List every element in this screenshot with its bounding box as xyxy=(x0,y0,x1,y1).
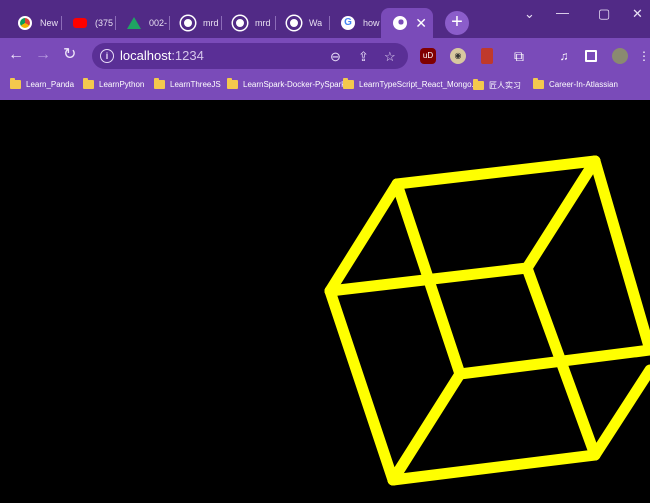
folder-icon xyxy=(343,78,354,89)
info-icon[interactable]: i xyxy=(100,49,114,63)
chrome-icon xyxy=(18,16,32,30)
webgl-canvas[interactable] xyxy=(0,100,650,498)
cube-edge xyxy=(589,364,650,461)
side-panel-icon[interactable] xyxy=(585,50,597,62)
bookmark-folder[interactable]: LearnSpark-Docker-PySpark xyxy=(227,78,346,89)
tab[interactable]: mrd xyxy=(221,8,275,38)
tab-active[interactable]: ✕ xyxy=(381,8,433,38)
menu-icon[interactable]: ⋮ xyxy=(636,48,650,64)
cube-edge xyxy=(324,285,399,486)
owl-extension-icon[interactable]: ◉ xyxy=(450,48,466,64)
google-drive-icon xyxy=(127,17,141,29)
tab-title: how xyxy=(363,18,380,28)
cube-edge xyxy=(521,155,601,274)
bookmark-label: LearnPython xyxy=(99,80,145,89)
cube-edge xyxy=(324,178,403,297)
cube-edge xyxy=(387,368,466,486)
youtube-icon xyxy=(73,18,87,28)
maximize-icon[interactable]: ▢ xyxy=(598,6,610,22)
github-icon xyxy=(233,16,247,30)
address-bar[interactable]: i localhost:1234 ⊖ ⇪ ☆ xyxy=(92,43,408,69)
folder-icon xyxy=(83,78,94,89)
chevron-down-icon[interactable]: ⌄ xyxy=(524,6,535,22)
github-icon xyxy=(181,16,195,30)
tab-title: mrd xyxy=(203,18,219,28)
tab-title: (375 xyxy=(95,18,114,28)
cube-edge xyxy=(589,155,650,356)
bookmarks-bar: Learn_Panda LearnPython LearnThreeJS Lea… xyxy=(0,74,650,100)
ublock-icon[interactable]: uD xyxy=(420,48,436,64)
folder-icon xyxy=(10,78,21,89)
media-icon[interactable]: ♫ xyxy=(556,48,572,64)
globe-icon xyxy=(393,16,407,30)
bookmark-extension-icon[interactable] xyxy=(481,48,493,64)
folder-icon xyxy=(473,79,484,90)
new-tab-button[interactable]: + xyxy=(445,11,469,35)
bookmark-label: LearnTypeScript_React_Mongo... xyxy=(359,80,479,89)
bookmark-label: LearnThreeJS xyxy=(170,80,221,89)
github-icon xyxy=(287,16,301,30)
url-port: :1234 xyxy=(171,48,204,63)
bookmark-label: Career-In-Atlassian xyxy=(549,80,618,89)
zoom-icon[interactable]: ⊖ xyxy=(330,49,341,65)
tab[interactable]: (375 xyxy=(61,8,115,38)
forward-icon[interactable]: → xyxy=(35,46,51,64)
tab[interactable]: mrd xyxy=(169,8,221,38)
minimize-icon[interactable]: — xyxy=(556,5,569,20)
bookmark-folder[interactable]: LearnThreeJS xyxy=(154,78,221,89)
tab-title: mrd xyxy=(255,18,271,28)
bookmark-folder[interactable]: Learn_Panda xyxy=(10,78,75,89)
tab-strip: New (375 002- mrd mrd Wa G how ✕ + ⌄ — ▢… xyxy=(0,0,650,38)
cube-wireframe xyxy=(324,155,650,486)
bookmark-label: 匠人实习 xyxy=(489,81,521,90)
tab[interactable]: G how xyxy=(329,8,381,38)
share-icon[interactable]: ⇪ xyxy=(358,49,369,65)
tab-title: New xyxy=(40,18,59,28)
bookmark-folder[interactable]: Career-In-Atlassian xyxy=(533,78,618,89)
cube-edge xyxy=(387,449,601,486)
bookmark-label: Learn_Panda xyxy=(26,80,75,89)
back-icon[interactable]: ← xyxy=(8,46,24,64)
cube-edge xyxy=(391,155,601,190)
tab-title: Wa xyxy=(309,18,323,28)
tab[interactable]: New xyxy=(6,8,61,38)
reload-icon[interactable]: ↻ xyxy=(63,46,76,64)
google-icon: G xyxy=(341,16,355,30)
bookmark-folder[interactable]: LearnPython xyxy=(83,78,145,89)
close-icon[interactable]: ✕ xyxy=(415,15,427,31)
close-window-icon[interactable]: ✕ xyxy=(632,6,643,22)
folder-icon xyxy=(533,78,544,89)
tab[interactable]: Wa xyxy=(275,8,329,38)
url-text[interactable]: localhost:1234 xyxy=(120,48,204,63)
star-icon[interactable]: ☆ xyxy=(384,49,396,65)
tab-title: 002- xyxy=(149,18,168,28)
folder-icon xyxy=(154,78,165,89)
browser-toolbar: ← → ↻ i localhost:1234 ⊖ ⇪ ☆ uD ◉ ⧉ ♫ ⋮ xyxy=(0,38,650,74)
bookmark-folder[interactable]: 匠人实习 xyxy=(473,79,521,91)
folder-icon xyxy=(227,78,238,89)
extensions-icon[interactable]: ⧉ xyxy=(511,48,527,64)
bookmark-folder[interactable]: LearnTypeScript_React_Mongo... xyxy=(343,78,479,89)
url-host: localhost xyxy=(120,48,172,63)
bookmark-label: LearnSpark-Docker-PySpark xyxy=(243,80,346,89)
tab[interactable]: 002- xyxy=(115,8,169,38)
avatar[interactable] xyxy=(612,48,628,64)
